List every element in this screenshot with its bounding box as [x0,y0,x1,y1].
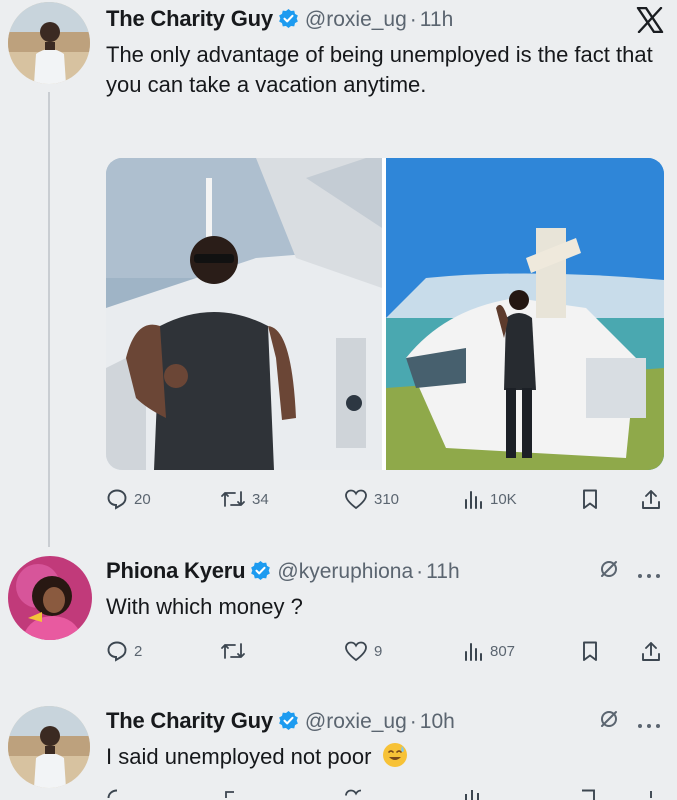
reply2-text: I said unemployed not poor [106,744,372,769]
x-logo-icon[interactable] [636,6,664,34]
reply-count: 20 [134,490,151,508]
like-icon [345,489,367,510]
verified-badge-icon [278,8,299,29]
author-avatar[interactable] [8,2,90,84]
reply1-author-name[interactable]: Phiona Kyeru [106,558,246,583]
reply2-header: The Charity Guy @roxie_ug · 10h [106,708,455,734]
author-name[interactable]: The Charity Guy [106,6,273,31]
share-icon [642,490,660,509]
grok-icon[interactable] [598,558,620,585]
thread-line [48,92,50,547]
like-count: 9 [374,642,383,660]
reply-icon [107,489,127,510]
sweat-smile-emoji-icon [382,742,408,776]
tweet-text: The only advantage of being unemployed i… [106,42,653,97]
views-button[interactable]: 10K [462,488,517,510]
reply2-time[interactable]: 10h [420,710,455,733]
reply1-retweet-button[interactable] [220,640,252,662]
reply1-bookmark-button[interactable] [580,640,600,662]
share-button[interactable] [640,488,662,510]
reply1-header: Phiona Kyeru @kyeruphiona · 11h [106,558,460,584]
like-count: 310 [374,490,400,508]
separator-dot: · [409,710,417,733]
reply2-text-row: I said unemployed not poor [106,742,408,776]
media-photo-right[interactable] [386,158,664,470]
bookmark-button[interactable] [580,488,600,510]
tweet-header: The Charity Guy @roxie_ug · 11h [106,6,453,32]
verified-badge-icon [278,710,299,731]
more-icon[interactable] [636,716,662,734]
reply-count: 2 [134,642,143,660]
views-icon [465,491,482,509]
reply-button[interactable]: 20 [106,488,151,510]
share-icon [642,642,660,661]
reply2-actions-row [106,788,666,800]
more-icon[interactable] [636,566,662,584]
reply1-like-button[interactable]: 9 [344,640,382,662]
views-count: 10K [490,490,517,508]
verified-badge-icon [250,560,271,581]
views-icon [465,643,482,661]
like-button[interactable]: 310 [344,488,399,510]
retweet-icon [221,491,245,507]
retweet-button[interactable]: 34 [220,488,269,510]
reply1-author-handle[interactable]: @kyeruphiona [277,560,413,583]
grok-icon[interactable] [598,708,620,735]
reply1-views-button[interactable]: 807 [462,640,515,662]
author-handle[interactable]: @roxie_ug [305,8,407,31]
separator-dot: · [416,560,424,583]
reply1-avatar[interactable] [8,556,92,640]
retweet-count: 34 [252,490,269,508]
bookmark-icon [583,489,597,509]
reply2-author-handle[interactable]: @roxie_ug [305,710,407,733]
reply1-reply-button[interactable]: 2 [106,640,142,662]
reply2-avatar[interactable] [8,706,90,788]
media-photo-left[interactable] [106,158,382,470]
views-count: 807 [490,642,516,660]
like-icon [345,641,367,662]
reply1-share-button[interactable] [640,640,662,662]
retweet-icon [221,643,245,659]
separator-dot: · [409,8,417,31]
reply1-time[interactable]: 11h [426,560,459,583]
tweet-time[interactable]: 11h [420,8,453,31]
reply-icon [107,641,127,662]
tweet-media[interactable] [106,158,664,470]
bookmark-icon [583,641,597,661]
reply1-text: With which money ? [106,594,303,619]
reply2-author-name[interactable]: The Charity Guy [106,708,273,733]
